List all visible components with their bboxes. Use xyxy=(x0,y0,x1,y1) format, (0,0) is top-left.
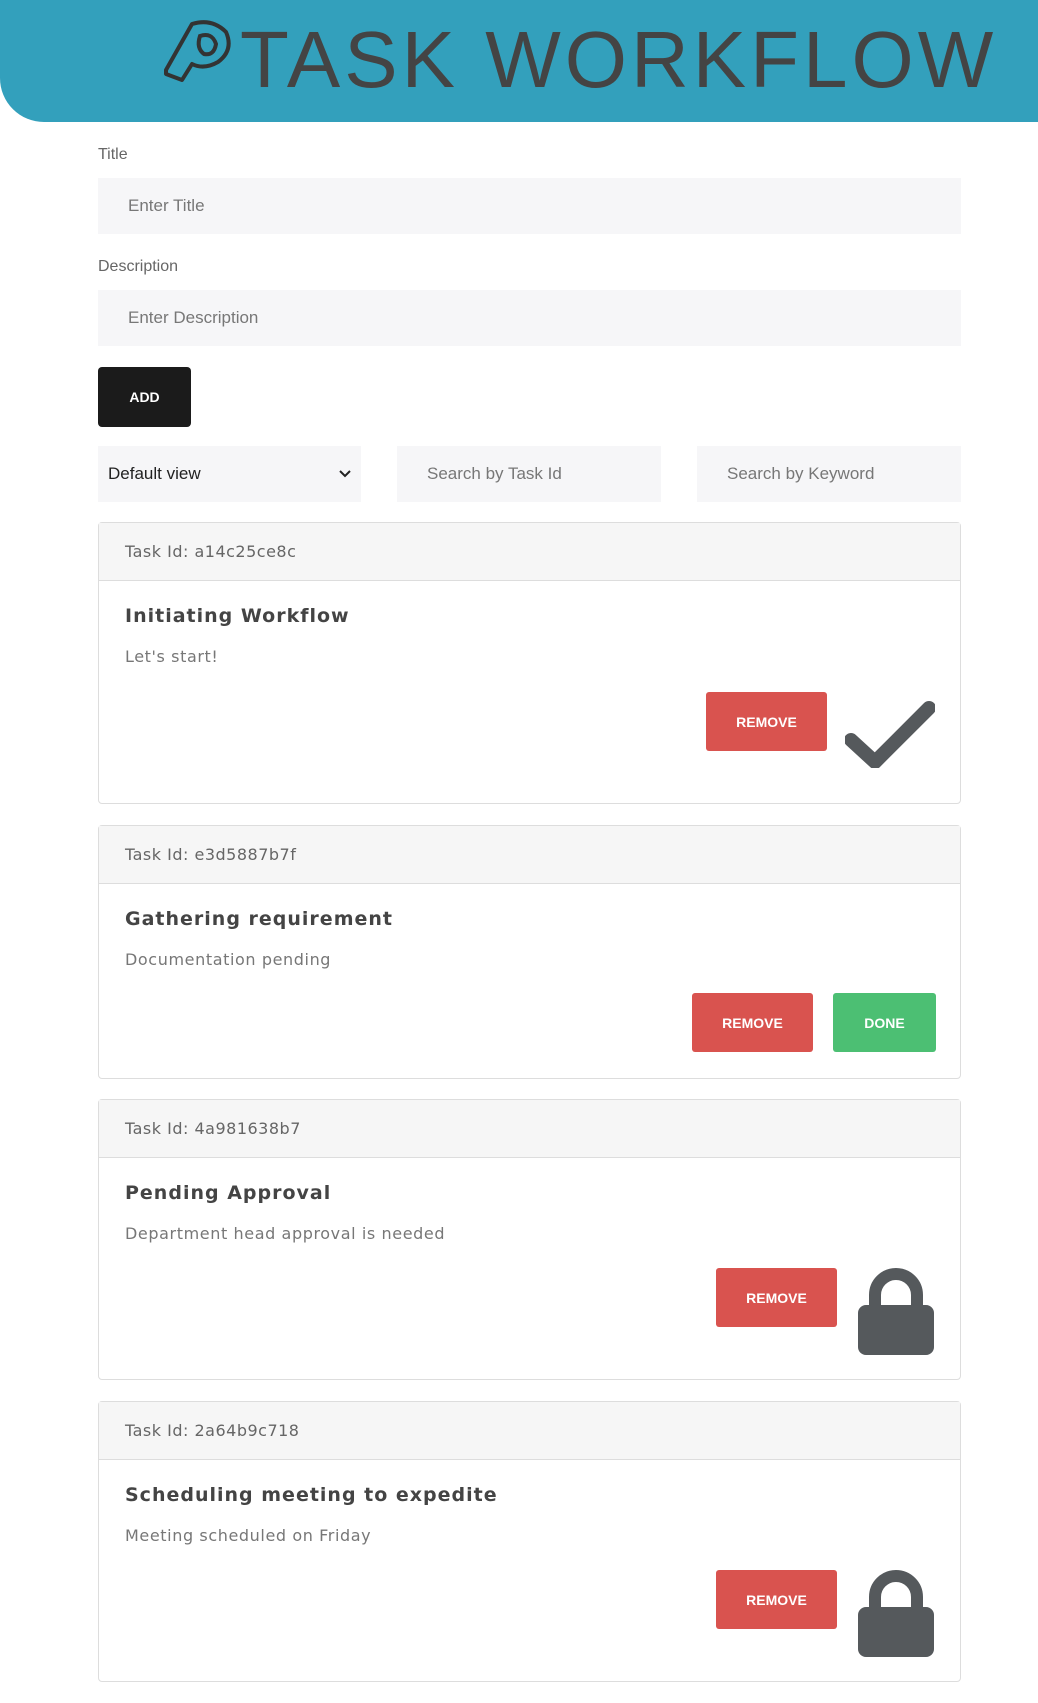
description-input[interactable] xyxy=(98,290,961,346)
chevron-down-icon xyxy=(339,470,351,478)
task-card: Task Id: 2a64b9c718 Scheduling meeting t… xyxy=(98,1401,961,1682)
view-select[interactable]: Default view xyxy=(98,446,361,502)
task-id: Task Id: a14c25ce8c xyxy=(99,523,960,581)
remove-button[interactable]: REMOVE xyxy=(692,993,813,1052)
task-card: Task Id: e3d5887b7f Gathering requiremen… xyxy=(98,825,961,1079)
view-select-value: Default view xyxy=(108,464,201,483)
task-title: Initiating Workflow xyxy=(125,605,350,627)
remove-button[interactable]: REMOVE xyxy=(716,1570,837,1629)
lock-icon xyxy=(858,1268,934,1355)
task-description: Documentation pending xyxy=(125,950,332,969)
task-id: Task Id: 2a64b9c718 xyxy=(99,1402,960,1460)
app-title: TASK WORKFLOW xyxy=(240,15,998,104)
task-card: Task Id: a14c25ce8c Initiating Workflow … xyxy=(98,522,961,804)
keyword-search-input[interactable] xyxy=(697,446,961,502)
task-card: Task Id: 4a981638b7 Pending Approval Dep… xyxy=(98,1099,961,1380)
task-id-search-input[interactable] xyxy=(397,446,661,502)
task-title: Pending Approval xyxy=(125,1182,332,1204)
lock-icon xyxy=(858,1570,934,1657)
task-title: Gathering requirement xyxy=(125,908,393,930)
remove-button[interactable]: REMOVE xyxy=(716,1268,837,1327)
title-label: Title xyxy=(98,146,128,163)
task-id: Task Id: 4a981638b7 xyxy=(99,1100,960,1158)
description-label: Description xyxy=(98,258,179,275)
add-button[interactable]: ADD xyxy=(98,367,191,427)
done-button[interactable]: DONE xyxy=(833,993,936,1052)
app-header: TASK WORKFLOW xyxy=(0,0,1038,122)
task-description: Let's start! xyxy=(125,647,219,666)
check-icon xyxy=(845,701,935,768)
remove-button[interactable]: REMOVE xyxy=(706,692,827,751)
task-title: Scheduling meeting to expedite xyxy=(125,1484,498,1506)
task-description: Department head approval is needed xyxy=(125,1224,446,1243)
logo-icon xyxy=(164,20,231,82)
task-id: Task Id: e3d5887b7f xyxy=(99,826,960,884)
task-description: Meeting scheduled on Friday xyxy=(125,1526,372,1545)
title-input[interactable] xyxy=(98,178,961,234)
